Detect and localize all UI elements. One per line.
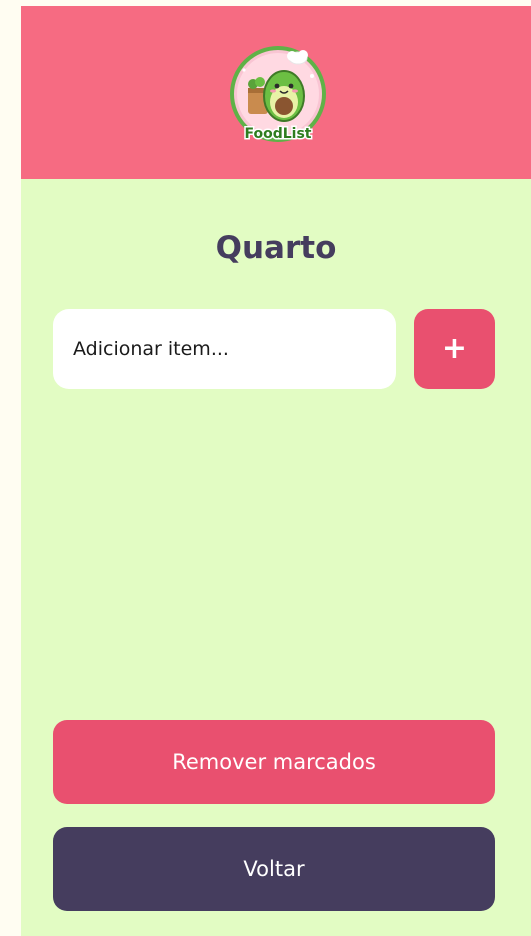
logo-text: FoodList bbox=[245, 126, 312, 142]
item-list bbox=[53, 406, 495, 706]
remove-checked-button[interactable]: Remover marcados bbox=[53, 720, 495, 804]
avocado-chef-icon: FoodList bbox=[230, 46, 326, 144]
add-item-input[interactable] bbox=[53, 309, 396, 389]
header: FoodList bbox=[21, 6, 531, 179]
back-button[interactable]: Voltar bbox=[53, 827, 495, 911]
page-title: Quarto bbox=[215, 230, 337, 266]
add-item-button[interactable]: + bbox=[414, 309, 495, 389]
app-container: FoodList Quarto + Remover marcados Volta… bbox=[21, 6, 531, 936]
